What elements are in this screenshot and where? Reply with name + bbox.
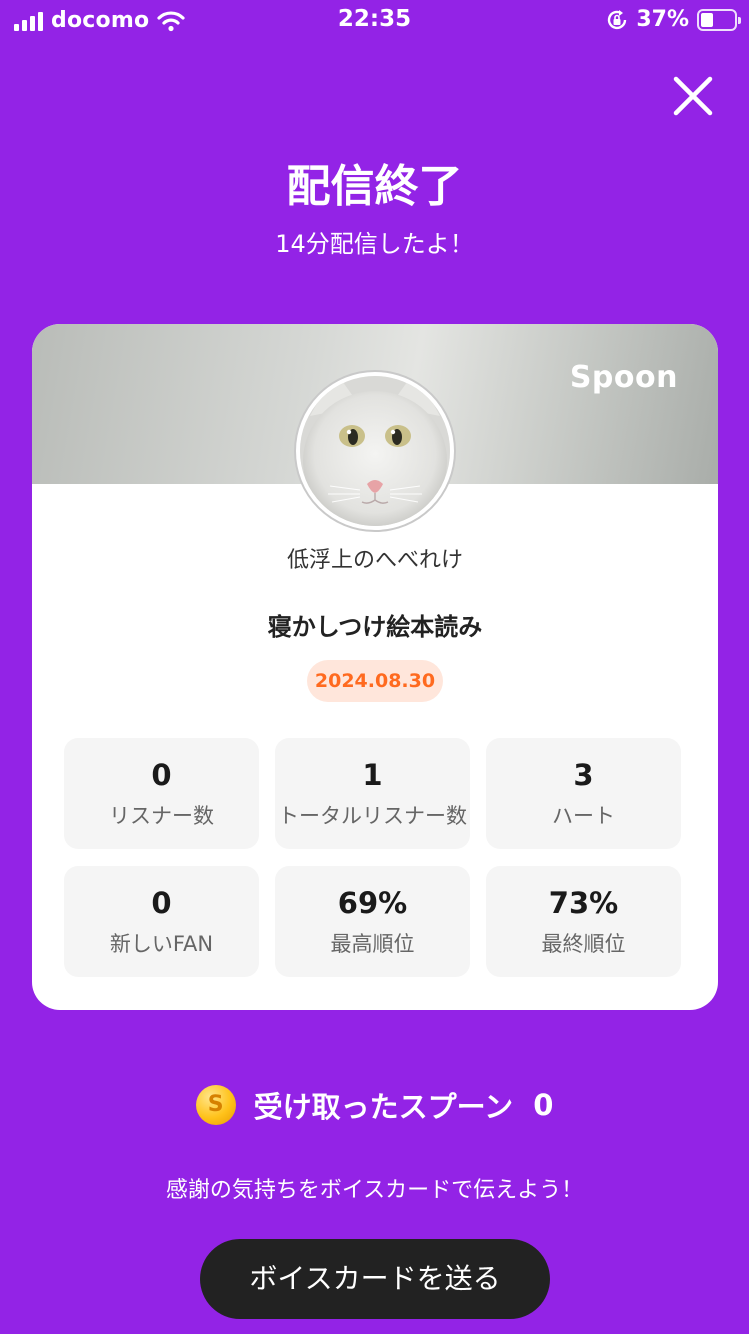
stat-final-rank: 73% 最終順位 bbox=[486, 866, 681, 977]
stat-label: トータルリスナー数 bbox=[278, 804, 467, 828]
stream-ended-screen: docomo 22:35 37% 配信終了 14分配信したよ！ Spoon 低浮… bbox=[0, 0, 749, 1334]
battery-percent: 37% bbox=[636, 7, 689, 32]
stat-total-listeners: 1 トータルリスナー数 bbox=[275, 738, 470, 849]
received-spoons: S 受け取ったスプーン 0 bbox=[0, 1084, 749, 1126]
streamer-nickname: 低浮上のへべれけ bbox=[286, 548, 463, 573]
rotation-lock-icon bbox=[608, 9, 627, 29]
stat-label: ハート bbox=[552, 804, 615, 828]
stat-listeners: 0 リスナー数 bbox=[64, 738, 259, 849]
avatar bbox=[296, 372, 454, 530]
live-title: 寝かしつけ絵本読み bbox=[267, 613, 483, 641]
stat-label: リスナー数 bbox=[109, 804, 214, 828]
spoon-coin-icon: S bbox=[195, 1085, 236, 1125]
stat-value: 1 bbox=[362, 758, 383, 792]
close-icon bbox=[673, 76, 713, 116]
received-spoons-count: 0 bbox=[533, 1088, 554, 1122]
received-spoons-label: 受け取ったスプーン bbox=[253, 1090, 514, 1124]
stat-value: 69% bbox=[337, 886, 408, 920]
stat-new-fans: 0 新しいFAN bbox=[64, 866, 259, 977]
spoon-logo: Spoon bbox=[569, 360, 678, 395]
stat-value: 73% bbox=[548, 886, 619, 920]
stat-highest-rank: 69% 最高順位 bbox=[275, 866, 470, 977]
stat-label: 最終順位 bbox=[541, 932, 626, 956]
stat-hearts: 3 ハート bbox=[486, 738, 681, 849]
status-bar: docomo 22:35 37% bbox=[0, 0, 749, 40]
stat-value: 0 bbox=[151, 886, 172, 920]
stats-grid: 0 リスナー数 1 トータルリスナー数 3 ハート 0 新しいFAN 69% 最… bbox=[64, 738, 681, 977]
status-right: 37% bbox=[606, 7, 741, 32]
stat-value: 0 bbox=[151, 758, 172, 792]
stat-value: 3 bbox=[573, 758, 594, 792]
page-title: 配信終了 bbox=[286, 161, 463, 212]
close-button[interactable] bbox=[670, 73, 716, 119]
stat-label: 最高順位 bbox=[330, 932, 415, 956]
voice-card-prompt: 感謝の気持ちをボイスカードで伝えよう！ bbox=[165, 1178, 584, 1203]
stream-duration-text: 14分配信したよ！ bbox=[275, 230, 474, 258]
cat-avatar-image bbox=[300, 376, 450, 526]
battery-icon bbox=[697, 8, 741, 31]
stream-summary-card: Spoon 低浮上のへべれけ 寝かしつけ絵本読み 2024.08.30 0 リス… bbox=[32, 324, 718, 1010]
stat-label: 新しいFAN bbox=[109, 932, 214, 956]
date-badge: 2024.08.30 bbox=[307, 660, 443, 702]
send-voice-card-button[interactable]: ボイスカードを送る bbox=[200, 1239, 550, 1319]
